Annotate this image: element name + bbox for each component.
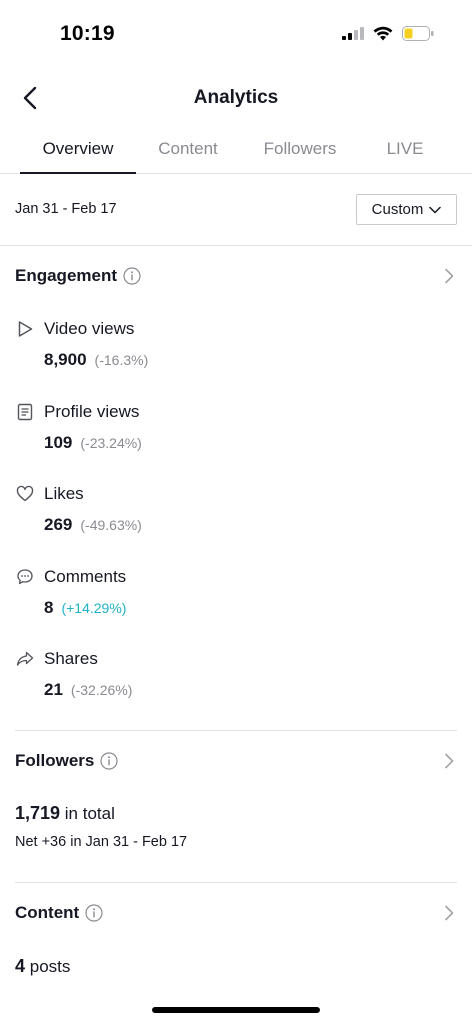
chevron-down-icon bbox=[429, 206, 442, 213]
metric-value: 109 bbox=[44, 433, 73, 452]
comment-icon bbox=[17, 569, 33, 585]
posts-count-suffix: posts bbox=[29, 957, 71, 976]
custom-date-label: Custom bbox=[371, 201, 424, 218]
metric-value: 269 bbox=[44, 515, 73, 534]
custom-date-button[interactable]: Custom bbox=[356, 194, 457, 225]
tab-overview[interactable]: Overview bbox=[20, 139, 136, 159]
posts-count: 4 posts bbox=[15, 956, 70, 977]
metric-label: Likes bbox=[44, 484, 84, 503]
metric-change: (+14.29%) bbox=[61, 600, 127, 616]
wifi-icon bbox=[373, 26, 393, 41]
metric-value-wrap: 21 (-32.26%) bbox=[44, 680, 132, 700]
content-title: Content bbox=[15, 903, 80, 922]
info-icon[interactable] bbox=[100, 752, 118, 770]
page-title: Analytics bbox=[193, 87, 279, 108]
profile-doc-icon bbox=[17, 403, 33, 421]
status-time: 10:19 bbox=[60, 22, 115, 45]
tab-live[interactable]: LIVE bbox=[370, 139, 440, 159]
engagement-title-wrap: Engagement bbox=[15, 266, 141, 286]
metric-label: Shares bbox=[44, 649, 98, 668]
info-icon[interactable] bbox=[123, 267, 141, 285]
followers-net: Net +36 in Jan 31 - Feb 17 bbox=[15, 834, 188, 850]
metric-label: Video views bbox=[44, 319, 135, 338]
followers-header[interactable]: Followers bbox=[0, 747, 472, 777]
posts-count-value: 4 bbox=[15, 956, 26, 976]
metric-video-views: Video views 8,900 (-16.3%) bbox=[0, 317, 472, 387]
tab-content[interactable]: Content bbox=[140, 139, 236, 159]
metric-comments: Comments 8 (+14.29%) bbox=[0, 565, 472, 635]
tab-bar: Overview Content Followers LIVE bbox=[0, 126, 472, 174]
section-divider bbox=[15, 882, 457, 883]
followers-total-value: 1,719 bbox=[15, 803, 61, 823]
followers-title: Followers bbox=[15, 751, 95, 770]
signal-icon bbox=[342, 27, 364, 40]
metric-value-wrap: 269 (-49.63%) bbox=[44, 515, 142, 535]
followers-total: 1,719 in total bbox=[15, 803, 115, 824]
tab-followers[interactable]: Followers bbox=[248, 139, 352, 159]
content-title-wrap: Content bbox=[15, 903, 103, 923]
metric-profile-views: Profile views 109 (-23.24%) bbox=[0, 400, 472, 470]
chevron-right-icon bbox=[445, 905, 454, 921]
metric-value: 8 bbox=[44, 598, 54, 617]
metric-label: Comments bbox=[44, 567, 127, 586]
metric-change: (-16.3%) bbox=[94, 352, 149, 368]
metric-change: (-32.26%) bbox=[70, 682, 133, 698]
metric-value-wrap: 8,900 (-16.3%) bbox=[44, 350, 148, 370]
followers-total-suffix: in total bbox=[64, 804, 115, 823]
metric-likes: Likes 269 (-49.63%) bbox=[0, 482, 472, 552]
engagement-title: Engagement bbox=[15, 266, 118, 285]
metric-label: Profile views bbox=[44, 402, 140, 421]
status-icons bbox=[342, 26, 434, 41]
date-range-label: Jan 31 - Feb 17 bbox=[15, 201, 117, 217]
home-indicator[interactable] bbox=[152, 1007, 320, 1013]
metric-change: (-49.63%) bbox=[80, 517, 142, 533]
info-icon[interactable] bbox=[85, 904, 103, 922]
metric-value-wrap: 8 (+14.29%) bbox=[44, 598, 126, 618]
share-icon bbox=[16, 651, 34, 666]
metric-value: 21 bbox=[44, 680, 63, 699]
chevron-right-icon bbox=[445, 268, 454, 284]
metric-shares: Shares 21 (-32.26%) bbox=[0, 647, 472, 717]
section-divider bbox=[15, 730, 457, 731]
date-filter-row: Jan 31 - Feb 17 Custom bbox=[0, 174, 472, 246]
metric-value-wrap: 109 (-23.24%) bbox=[44, 433, 142, 453]
nav-bar: Analytics bbox=[0, 70, 472, 126]
metric-value: 8,900 bbox=[44, 350, 87, 369]
metric-change: (-23.24%) bbox=[80, 435, 142, 451]
chevron-right-icon bbox=[445, 753, 454, 769]
content-header[interactable]: Content bbox=[0, 899, 472, 929]
battery-icon bbox=[402, 26, 434, 41]
status-bar: 10:19 bbox=[0, 0, 472, 70]
heart-icon bbox=[16, 485, 34, 502]
play-icon bbox=[18, 321, 33, 337]
engagement-header[interactable]: Engagement bbox=[0, 262, 472, 292]
followers-title-wrap: Followers bbox=[15, 751, 118, 771]
